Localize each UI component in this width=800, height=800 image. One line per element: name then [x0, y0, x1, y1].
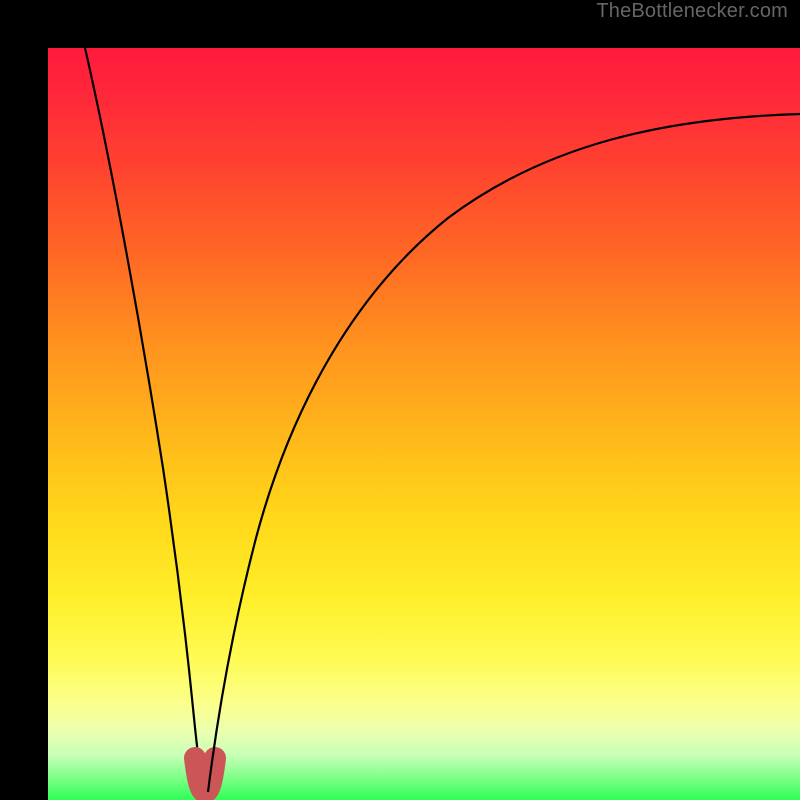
curve-right-branch — [208, 114, 800, 792]
curve-left-branch — [85, 48, 203, 792]
plot-area — [48, 48, 800, 800]
chart-frame — [0, 0, 800, 800]
chart-curves — [48, 48, 800, 800]
watermark-text: TheBottlenecker.com — [596, 0, 788, 23]
